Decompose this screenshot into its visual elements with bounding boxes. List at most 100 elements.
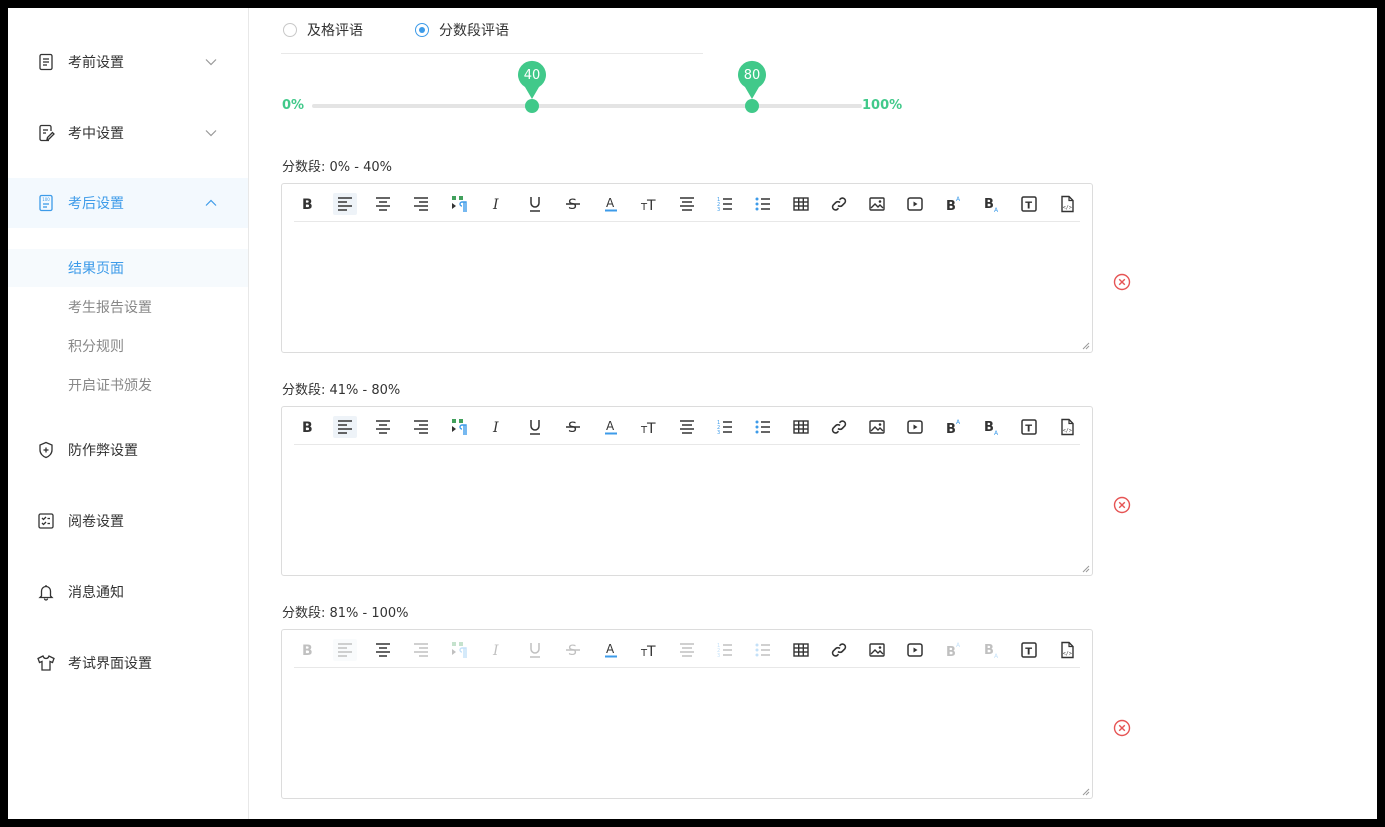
range-slider-track[interactable] (312, 104, 862, 108)
rich-text-editor[interactable]: B I S A T T 1 2 3 B A B A T </> (281, 183, 1093, 353)
underline-icon[interactable] (523, 639, 547, 661)
image-icon[interactable] (865, 639, 889, 661)
align-left-icon[interactable] (333, 639, 357, 661)
svg-text:3: 3 (717, 430, 720, 436)
strikethrough-icon[interactable]: S (561, 416, 585, 438)
bold-icon[interactable]: B (295, 416, 319, 438)
video-icon[interactable] (903, 639, 927, 661)
segment-label: 分数段: 41% - 80% (282, 383, 401, 398)
font-color-icon[interactable]: A (599, 193, 623, 215)
link-icon[interactable] (827, 639, 851, 661)
menu-item-pre-exam[interactable]: 考前设置 (8, 37, 248, 87)
paragraph-format-icon[interactable] (447, 416, 471, 438)
menu-item-in-exam[interactable]: 考中设置 (8, 108, 248, 158)
superscript-icon[interactable]: BA (941, 639, 965, 661)
delete-segment-icon[interactable] (1113, 719, 1131, 737)
svg-text:B: B (984, 420, 994, 435)
bold-icon[interactable]: B (295, 639, 319, 661)
justify-icon[interactable] (675, 639, 699, 661)
table-icon[interactable] (789, 416, 813, 438)
table-icon[interactable] (789, 639, 813, 661)
text-box-icon[interactable]: T (1017, 416, 1041, 438)
align-left-icon[interactable] (333, 193, 357, 215)
image-icon[interactable] (865, 193, 889, 215)
strikethrough-icon[interactable]: S (561, 639, 585, 661)
code-file-icon[interactable]: </> (1055, 639, 1079, 661)
sub-item-points-rules[interactable]: 积分规则 (8, 327, 248, 365)
video-icon[interactable] (903, 416, 927, 438)
italic-icon[interactable]: I (485, 193, 509, 215)
align-center-icon[interactable] (371, 416, 395, 438)
text-box-icon[interactable]: T (1017, 193, 1041, 215)
align-right-icon[interactable] (409, 193, 433, 215)
align-left-icon[interactable] (333, 416, 357, 438)
sub-item-report-settings[interactable]: 考生报告设置 (8, 288, 248, 326)
radio-pass-comment[interactable]: 及格评语 (283, 20, 363, 40)
superscript-icon[interactable]: BA (941, 416, 965, 438)
menu-item-notifications[interactable]: 消息通知 (8, 567, 248, 617)
font-color-icon[interactable]: A (599, 639, 623, 661)
align-center-icon[interactable] (371, 639, 395, 661)
radio-circle[interactable] (283, 23, 297, 37)
svg-text:B: B (984, 643, 994, 658)
svg-text:I: I (492, 197, 499, 213)
sub-item-certificate[interactable]: 开启证书颁发 (8, 366, 248, 404)
code-file-icon[interactable]: </> (1055, 193, 1079, 215)
resize-handle-icon[interactable] (1082, 565, 1090, 573)
italic-icon[interactable]: I (485, 416, 509, 438)
sub-item-result-page[interactable]: 结果页面 (8, 249, 248, 287)
rich-text-editor[interactable]: B I S A T T 1 2 3 B A B A T </> (281, 629, 1093, 799)
font-size-icon[interactable]: TT (637, 416, 661, 438)
svg-text:A: A (956, 196, 961, 203)
link-icon[interactable] (827, 193, 851, 215)
ordered-list-icon[interactable]: 123 (713, 193, 737, 215)
bullet-list-icon[interactable] (751, 416, 775, 438)
menu-item-grading[interactable]: 阅卷设置 (8, 496, 248, 546)
slider-handle-low[interactable] (525, 99, 539, 113)
subscript-icon[interactable]: BA (979, 193, 1003, 215)
font-size-icon[interactable]: TT (637, 639, 661, 661)
chevron-down-icon (205, 127, 217, 139)
radio-score-segment-comment[interactable]: 分数段评语 (415, 20, 509, 40)
underline-icon[interactable] (523, 416, 547, 438)
ordered-list-icon[interactable]: 123 (713, 639, 737, 661)
menu-item-post-exam[interactable]: 100 考后设置 (8, 178, 248, 228)
link-icon[interactable] (827, 416, 851, 438)
table-icon[interactable] (789, 193, 813, 215)
delete-segment-icon[interactable] (1113, 496, 1131, 514)
code-file-icon[interactable]: </> (1055, 416, 1079, 438)
radio-circle[interactable] (415, 23, 429, 37)
delete-segment-icon[interactable] (1113, 273, 1131, 291)
justify-icon[interactable] (675, 416, 699, 438)
resize-handle-icon[interactable] (1082, 342, 1090, 350)
video-icon[interactable] (903, 193, 927, 215)
font-size-icon[interactable]: TT (637, 193, 661, 215)
subscript-icon[interactable]: BA (979, 416, 1003, 438)
rich-text-editor[interactable]: B I S A T T 1 2 3 B A B A T </> (281, 406, 1093, 576)
slider-handle-high[interactable] (745, 99, 759, 113)
align-center-icon[interactable] (371, 193, 395, 215)
justify-icon[interactable] (675, 193, 699, 215)
strikethrough-icon[interactable]: S (561, 193, 585, 215)
ordered-list-icon[interactable]: 123 (713, 416, 737, 438)
image-icon[interactable] (865, 416, 889, 438)
italic-icon[interactable]: I (485, 639, 509, 661)
underline-icon[interactable] (523, 193, 547, 215)
resize-handle-icon[interactable] (1082, 788, 1090, 796)
paragraph-format-icon[interactable] (447, 193, 471, 215)
paragraph-format-icon[interactable] (447, 639, 471, 661)
bullet-list-icon[interactable] (751, 193, 775, 215)
bullet-list-icon[interactable] (751, 639, 775, 661)
align-right-icon[interactable] (409, 416, 433, 438)
align-right-icon[interactable] (409, 639, 433, 661)
sub-item-label: 开启证书颁发 (68, 378, 152, 394)
subscript-icon[interactable]: BA (979, 639, 1003, 661)
checklist-icon (36, 511, 56, 531)
svg-text:T: T (1025, 647, 1032, 658)
menu-item-anti-cheat[interactable]: 防作弊设置 (8, 425, 248, 475)
bold-icon[interactable]: B (295, 193, 319, 215)
superscript-icon[interactable]: BA (941, 193, 965, 215)
text-box-icon[interactable]: T (1017, 639, 1041, 661)
font-color-icon[interactable]: A (599, 416, 623, 438)
menu-item-exam-ui[interactable]: 考试界面设置 (8, 638, 248, 688)
